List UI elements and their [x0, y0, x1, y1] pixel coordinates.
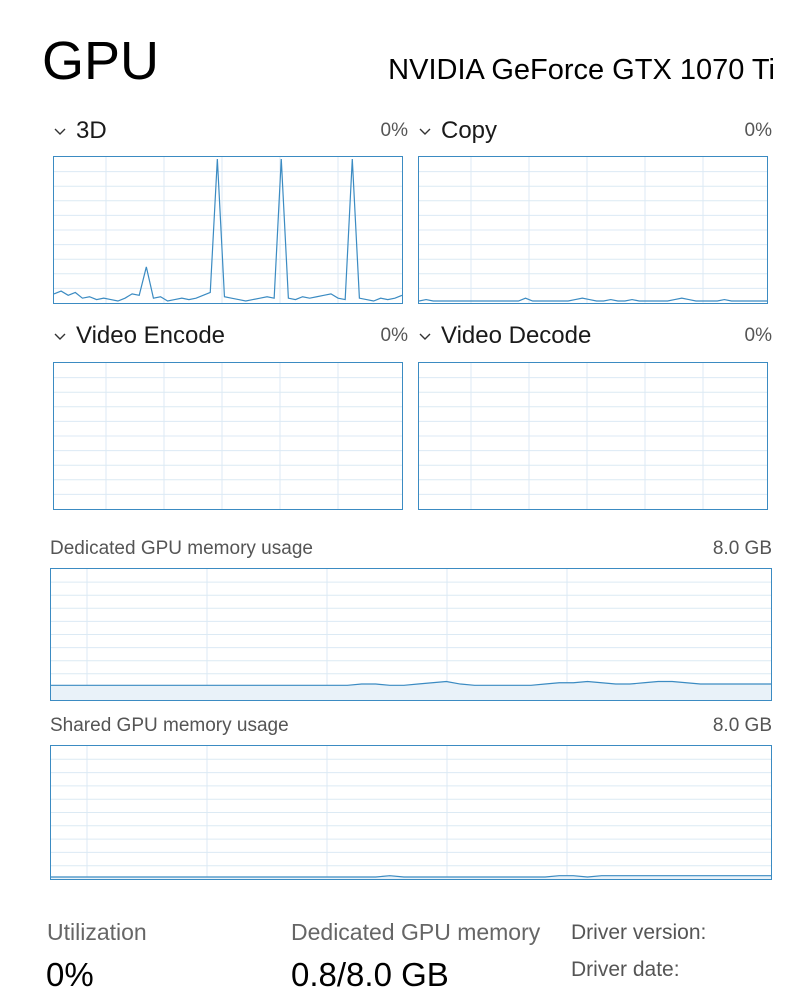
engine-label-3d: 3D	[76, 117, 107, 144]
engine-selector-video-decode[interactable]: Video Decode	[419, 321, 591, 351]
engine-graph-3d	[53, 156, 403, 304]
chevron-down-icon	[419, 330, 431, 342]
g4-svg	[51, 569, 771, 700]
engine-percent-video-decode: 0%	[744, 325, 772, 346]
driver-version-label: Driver version:	[571, 921, 707, 944]
utilization-label: Utilization	[47, 919, 147, 945]
engine-graph-copy	[418, 156, 768, 304]
g0-svg	[54, 157, 402, 303]
driver-date-label: Driver date:	[571, 958, 680, 981]
shared-memory-max: 8.0 GB	[712, 715, 772, 736]
engine-graph-video-encode	[53, 362, 403, 510]
engine-selector-copy[interactable]: Copy	[419, 116, 497, 146]
dedicated-memory-stat-label: Dedicated GPU memory	[291, 919, 541, 945]
engine-selector-video-encode[interactable]: Video Encode	[54, 321, 225, 351]
chevron-down-icon	[54, 330, 66, 342]
gpu-name: NVIDIA GeForce GTX 1070 Ti	[388, 54, 775, 86]
chevron-down-icon	[419, 125, 431, 137]
utilization-value: 0%	[46, 956, 94, 993]
engine-label-video-decode: Video Decode	[441, 322, 592, 349]
dedicated-memory-graph	[50, 568, 772, 701]
g3-svg	[419, 363, 767, 509]
engine-percent-video-encode: 0%	[380, 325, 408, 346]
engine-percent-3d: 0%	[380, 120, 408, 141]
page-title: GPU	[42, 31, 160, 91]
chevron-down-icon	[54, 125, 66, 137]
shared-memory-graph	[50, 745, 772, 880]
g5-svg	[51, 746, 771, 879]
g1-svg	[419, 157, 767, 303]
dedicated-memory-label: Dedicated GPU memory usage	[50, 538, 313, 559]
engine-label-video-encode: Video Encode	[76, 322, 226, 349]
dedicated-memory-stat-value: 0.8/8.0 GB	[291, 956, 449, 993]
shared-memory-label: Shared GPU memory usage	[50, 715, 289, 736]
dedicated-memory-max: 8.0 GB	[712, 538, 772, 559]
engine-graph-video-decode	[418, 362, 768, 510]
g2-svg	[54, 363, 402, 509]
engine-label-copy: Copy	[441, 117, 498, 144]
engine-percent-copy: 0%	[744, 120, 772, 141]
engine-selector-3d[interactable]: 3D	[54, 116, 107, 146]
